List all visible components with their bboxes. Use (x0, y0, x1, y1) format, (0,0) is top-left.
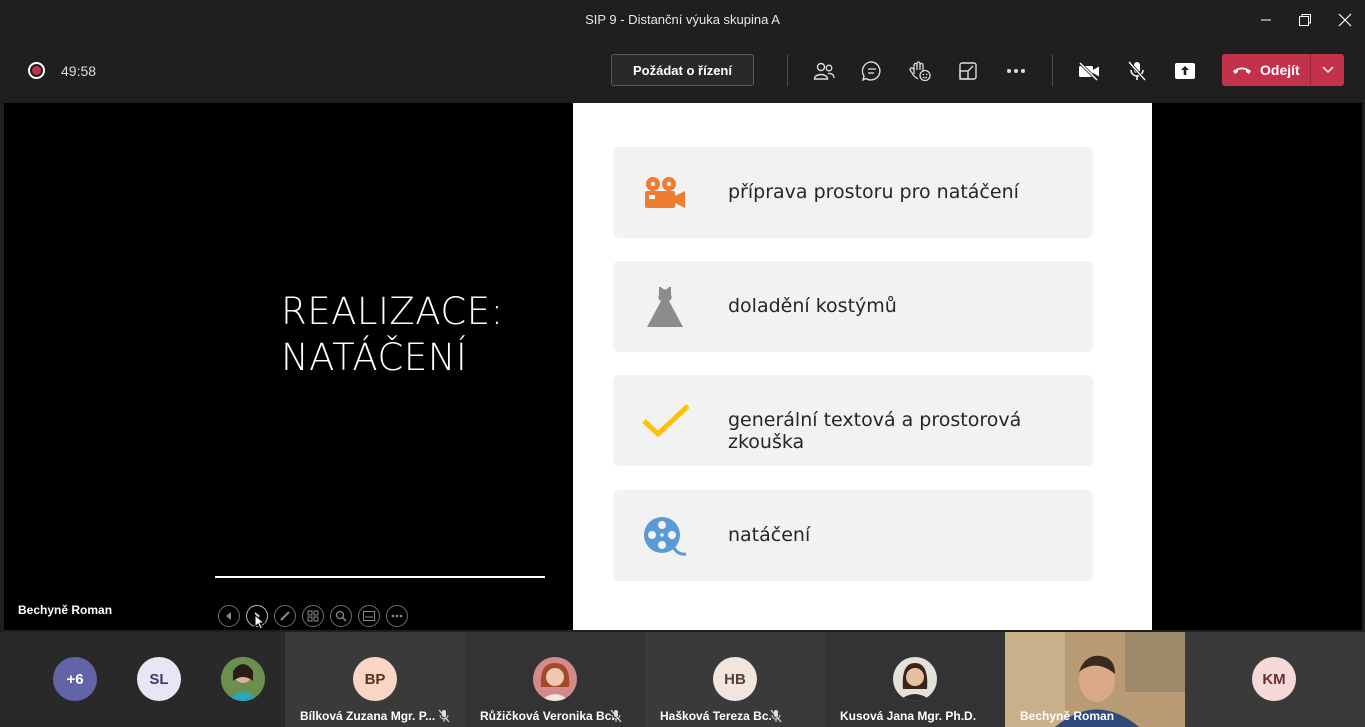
participant-tile[interactable]: KM (1185, 632, 1365, 727)
checkmark-icon (641, 399, 689, 443)
subtitles-icon (363, 611, 375, 621)
minimize-icon (1261, 19, 1271, 21)
title-bar: SIP 9 - Distanční výuka skupina A (0, 0, 1365, 40)
slide-item: doladění kostýmů (613, 261, 1093, 352)
slide-item-label: doladění kostýmů (728, 295, 897, 317)
dress-icon (641, 285, 689, 329)
slide-divider-line (215, 576, 545, 578)
slide-item-label: natáčení (728, 524, 811, 546)
slide-item: natáčení (613, 490, 1093, 581)
presenter-name: Bechyně Roman (18, 603, 113, 617)
participant-name: Růžičková Veronika Bc. (480, 709, 615, 723)
previous-slide-button[interactable] (218, 605, 240, 627)
zoom-icon (335, 610, 347, 622)
pen-icon (280, 611, 290, 621)
share-tray-button[interactable] (954, 57, 982, 85)
slide-item: příprava prostoru pro natáčení (613, 147, 1093, 238)
toolbar-divider (1052, 54, 1053, 86)
minimize-button[interactable] (1253, 8, 1279, 32)
participant-tile[interactable]: BP Bílková Zuzana Mgr. P... (285, 632, 465, 727)
slide-item-label: generální textová a prostorová zkouška (728, 409, 1022, 453)
more-participants-button[interactable]: +6 (53, 657, 97, 701)
toolbar-divider (787, 54, 788, 86)
slide-controls (218, 605, 408, 627)
mic-toggle-button[interactable] (1123, 57, 1151, 85)
participants-strip: +6 SL BP Bílková Zuzana Mgr. P... Růžičk… (0, 632, 1365, 727)
participant-overflow-area: +6 SL (0, 632, 285, 727)
leave-label: Odejít (1260, 62, 1300, 78)
mic-off-icon (1127, 61, 1147, 81)
more-icon (1007, 69, 1025, 73)
slide-item: generální textová a prostorová zkouška (613, 375, 1093, 466)
reactions-icon (909, 61, 931, 82)
participant-name: Bílková Zuzana Mgr. P... (300, 709, 436, 723)
participants-button[interactable] (810, 57, 838, 85)
chat-icon (861, 61, 881, 82)
restore-button[interactable] (1292, 8, 1318, 32)
slides-grid-icon (307, 610, 319, 622)
avatar-photo[interactable] (221, 657, 265, 701)
avatar: HB (713, 657, 757, 701)
mic-off-icon (438, 709, 450, 723)
share-screen-icon (1175, 63, 1195, 79)
reactions-button[interactable] (906, 57, 934, 85)
mic-off-icon (770, 709, 782, 723)
meeting-toolbar: 49:58 Požádat o řízení Odejít (0, 40, 1365, 101)
share-tray-icon (959, 62, 977, 80)
camera-off-icon (1078, 61, 1099, 81)
leave-button[interactable]: Odejít (1222, 54, 1310, 86)
slide-title: REALIZACE: NATÁČENÍ (281, 289, 504, 381)
participant-tile[interactable]: HB Hašková Tereza Bc. (645, 632, 825, 727)
leave-options-button[interactable] (1311, 54, 1344, 86)
movie-camera-icon (641, 171, 689, 215)
close-button[interactable] (1332, 8, 1358, 32)
subtitles-button[interactable] (358, 605, 380, 627)
mic-off-icon (610, 709, 622, 723)
avatar-photo (533, 657, 577, 701)
pen-tool-button[interactable] (274, 605, 296, 627)
more-options-button[interactable] (1002, 57, 1030, 85)
participant-name: Hašková Tereza Bc. (660, 709, 772, 723)
meeting-timer: 49:58 (61, 63, 97, 79)
participant-name: Bechyně Roman (1020, 709, 1115, 723)
request-control-button[interactable]: Požádat o řízení (611, 54, 754, 86)
share-screen-button[interactable] (1171, 57, 1199, 85)
window-title: SIP 9 - Distanční výuka skupina A (585, 12, 780, 27)
participants-icon (813, 62, 835, 80)
participant-name: Kusová Jana Mgr. Ph.D. (840, 709, 977, 723)
participant-tile[interactable]: Kusová Jana Mgr. Ph.D. (825, 632, 1005, 727)
avatar[interactable]: SL (137, 657, 181, 701)
slide-content-panel: příprava prostoru pro natáčení doladění … (573, 103, 1152, 630)
chat-button[interactable] (858, 57, 886, 85)
participant-tile[interactable]: Růžičková Veronika Bc. (465, 632, 645, 727)
chevron-down-icon (1321, 66, 1334, 74)
slide-title-line-1: REALIZACE: (281, 290, 504, 333)
slide-more-options-button[interactable] (386, 605, 408, 627)
close-icon (1338, 13, 1352, 27)
shared-content-stage: REALIZACE: NATÁČENÍ Bechyně Roman přípra… (4, 103, 1362, 630)
avatar: KM (1252, 657, 1296, 701)
avatar-photo (893, 657, 937, 701)
restore-icon (1299, 14, 1311, 26)
previous-icon (226, 612, 231, 620)
film-reel-icon (641, 514, 689, 558)
mouse-cursor-icon (254, 614, 266, 630)
zoom-button[interactable] (330, 605, 352, 627)
avatar: BP (353, 657, 397, 701)
slide-title-line-2: NATÁČENÍ (281, 336, 468, 379)
slide-item-label: příprava prostoru pro natáčení (728, 181, 1019, 203)
camera-toggle-button[interactable] (1075, 57, 1103, 85)
participant-video-tile[interactable]: Bechyně Roman (1005, 632, 1185, 727)
see-all-slides-button[interactable] (302, 605, 324, 627)
leave-button-group: Odejít (1222, 54, 1344, 86)
hang-up-icon (1233, 67, 1251, 74)
recording-icon (28, 62, 45, 79)
more-icon (391, 614, 403, 618)
